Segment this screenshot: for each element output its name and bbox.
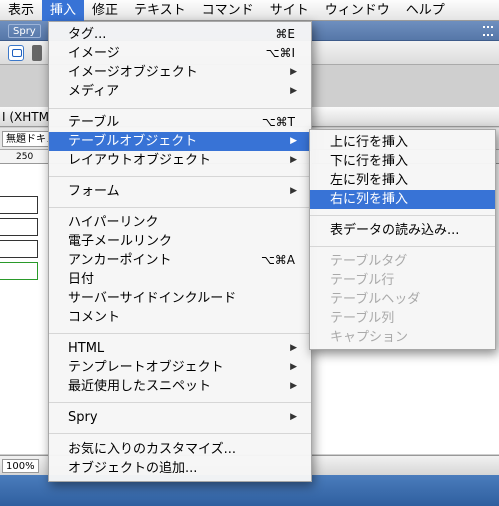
menu-insert[interactable]: 挿入 (42, 0, 85, 21)
menu-item-label: イメージ (68, 46, 120, 61)
menu-item-template-objects[interactable]: テンプレートオブジェクト ▶ (49, 358, 311, 377)
table-row[interactable] (0, 218, 38, 236)
submenu-arrow-icon: ▶ (290, 381, 297, 391)
submenu-arrow-icon: ▶ (290, 362, 297, 372)
menu-item-comment[interactable]: コメント (49, 308, 311, 327)
submenu-item-insert-column-left[interactable]: 左に列を挿入 (310, 171, 495, 190)
zoom-select[interactable]: 100% (2, 459, 39, 473)
menu-item-label: 日付 (68, 272, 95, 287)
menu-item-date[interactable]: 日付 (49, 270, 311, 289)
submenu-item-table-column: テーブル列 (330, 311, 395, 326)
menu-item-form[interactable]: フォーム ▶ (49, 182, 311, 201)
submenu-item-table-row: テーブル行 (330, 273, 395, 288)
submenu-arrow-icon: ▶ (290, 136, 297, 146)
menu-separator (310, 246, 495, 247)
menu-item-label: HTML (68, 341, 105, 356)
menu-site[interactable]: サイト (262, 0, 317, 21)
submenu-item-insert-row-below[interactable]: 下に行を挿入 (310, 152, 495, 171)
table-row[interactable] (0, 240, 38, 258)
menu-separator (310, 215, 495, 216)
menu-separator (49, 333, 311, 334)
menu-item-server-side-include[interactable]: サーバーサイドインクルード (49, 289, 311, 308)
spry-widget-icon[interactable] (32, 45, 42, 61)
menu-item-label: イメージオブジェクト (68, 65, 198, 80)
menu-item-customize-favorites[interactable]: お気に入りのカスタマイズ... (49, 440, 311, 459)
menu-item-label: テーブル (68, 115, 120, 130)
menu-text[interactable]: テキスト (126, 0, 194, 21)
submenu-arrow-icon: ▶ (290, 86, 297, 96)
spry-insert-icon[interactable] (8, 45, 24, 61)
menu-item-label: サーバーサイドインクルード (68, 291, 237, 306)
table-row[interactable] (0, 262, 38, 280)
menu-separator (49, 176, 311, 177)
menu-separator (49, 433, 311, 434)
menu-item-label: コメント (68, 310, 121, 325)
menu-item-media[interactable]: メディア ▶ (49, 82, 311, 101)
menu-item-hyperlink[interactable]: ハイパーリンク (49, 213, 311, 232)
insert-panel-category-tab[interactable]: Spry (8, 24, 41, 38)
menu-item-layout-objects[interactable]: レイアウトオブジェクト ▶ (49, 151, 311, 170)
submenu-item-insert-row-above[interactable]: 上に行を挿入 (310, 133, 495, 152)
submenu-arrow-icon: ▶ (290, 343, 297, 353)
shortcut-label: ⌘E (275, 27, 295, 41)
menu-separator (49, 207, 311, 208)
menu-item-html[interactable]: HTML ▶ (49, 339, 311, 358)
menu-item-email-link[interactable]: 電子メールリンク (49, 232, 311, 251)
menu-item-label: Spry (68, 410, 98, 425)
menu-window[interactable]: ウィンドウ (317, 0, 398, 21)
menu-separator (49, 108, 311, 109)
menu-item-label: フォーム (68, 184, 120, 199)
submenu-item-table-tag: テーブルタグ (330, 254, 408, 269)
submenu-item-insert-column-right[interactable]: 右に列を挿入 (310, 190, 495, 209)
shortcut-label: ⌥⌘A (260, 253, 295, 267)
menu-item-table[interactable]: テーブル ⌥⌘T (49, 113, 311, 132)
menu-item-label: ハイパーリンク (68, 215, 159, 230)
menu-item-label: 最近使用したスニペット (68, 379, 212, 394)
menu-item-label: アンカーポイント (68, 253, 172, 268)
menu-item-table-objects[interactable]: テーブルオブジェクト ▶ (49, 132, 311, 151)
menu-item-spry[interactable]: Spry ▶ (49, 408, 311, 427)
menu-view[interactable]: 表示 (0, 0, 42, 21)
menu-item-image-objects[interactable]: イメージオブジェクト ▶ (49, 63, 311, 82)
menu-bar: 表示 挿入 修正 テキスト コマンド サイト ウィンドウ ヘルプ (0, 0, 499, 21)
menu-separator (49, 402, 311, 403)
menu-help[interactable]: ヘルプ (398, 0, 453, 21)
menu-commands[interactable]: コマンド (194, 0, 262, 21)
insert-menu: タグ... ⌘E イメージ ⌥⌘I イメージオブジェクト ▶ メディア ▶ テー… (48, 21, 312, 482)
menu-item-label: レイアウトオブジェクト (68, 153, 212, 168)
ruler-tick-label: 250 (16, 152, 34, 162)
menu-item-label: オブジェクトの追加... (68, 461, 198, 476)
submenu-arrow-icon: ▶ (290, 67, 297, 77)
menu-item-tag[interactable]: タグ... ⌘E (49, 25, 311, 44)
submenu-arrow-icon: ▶ (290, 186, 297, 196)
menu-item-add-object[interactable]: オブジェクトの追加... (49, 459, 311, 478)
menu-item-label: タグ... (68, 27, 107, 42)
menu-item-label: メディア (68, 84, 120, 99)
submenu-arrow-icon: ▶ (290, 412, 297, 422)
menu-item-named-anchor[interactable]: アンカーポイント ⌥⌘A (49, 251, 311, 270)
menu-item-label: テンプレートオブジェクト (68, 360, 224, 375)
table-row[interactable] (0, 196, 38, 214)
table-objects-submenu: 上に行を挿入 下に行を挿入 左に列を挿入 右に列を挿入 表データの読み込み...… (309, 129, 496, 350)
shortcut-label: ⌥⌘I (265, 46, 295, 60)
submenu-arrow-icon: ▶ (290, 155, 297, 165)
menu-modify[interactable]: 修正 (84, 0, 126, 21)
shortcut-label: ⌥⌘T (261, 115, 295, 129)
menu-item-label: お気に入りのカスタマイズ... (68, 442, 237, 457)
submenu-item-import-tabular-data[interactable]: 表データの読み込み... (310, 221, 495, 240)
menu-item-label: テーブルオブジェクト (68, 134, 198, 149)
menu-item-label: 電子メールリンク (68, 234, 173, 249)
menu-item-recent-snippets[interactable]: 最近使用したスニペット ▶ (49, 377, 311, 396)
submenu-item-table-header: テーブルヘッダ (330, 292, 421, 307)
submenu-item-caption: キャプション (330, 330, 409, 345)
menu-item-image[interactable]: イメージ ⌥⌘I (49, 44, 311, 63)
panel-options-icon[interactable] (483, 26, 493, 36)
